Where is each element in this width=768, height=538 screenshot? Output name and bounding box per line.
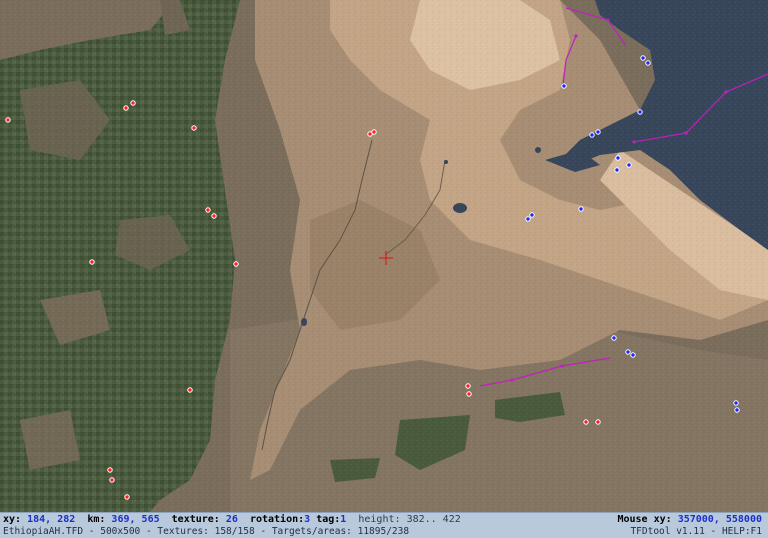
red-target-marker[interactable] (191, 125, 197, 131)
blue-target-marker[interactable] (626, 162, 632, 168)
blue-target-marker[interactable] (561, 83, 567, 89)
blue-target-marker[interactable] (733, 400, 739, 406)
tag-value: 1 (340, 514, 347, 525)
red-target-marker[interactable] (89, 259, 95, 265)
blue-target-marker[interactable] (625, 349, 631, 355)
km-y-value: 565 (141, 514, 160, 525)
blue-target-marker[interactable] (525, 216, 531, 222)
blue-target-marker[interactable] (614, 167, 620, 173)
blue-target-marker[interactable] (630, 352, 636, 358)
red-target-marker[interactable] (130, 100, 136, 106)
file-info: EthiopiaAH.TFD - 500x500 - Textures: 158… (3, 526, 410, 537)
red-target-marker[interactable] (466, 391, 472, 397)
red-target-marker[interactable] (5, 117, 11, 123)
tag-label: tag: (316, 514, 341, 525)
blue-target-marker[interactable] (611, 335, 617, 341)
height-label: height: (358, 514, 401, 525)
terrain-noise (0, 0, 768, 512)
red-target-marker[interactable] (109, 477, 115, 483)
red-target-marker[interactable] (595, 419, 601, 425)
rotation-value: 3 (304, 514, 311, 525)
lake (535, 147, 541, 153)
blue-target-marker[interactable] (595, 129, 601, 135)
status-line-file: EthiopiaAH.TFD - 500x500 - Textures: 158… (3, 526, 765, 538)
version-help: TFDtool v1.11 - HELP:F1 (630, 526, 762, 537)
blue-target-marker[interactable] (734, 407, 740, 413)
status-line-coordinates: xy: 184, 282 km: 369, 565 texture: 26 ro… (3, 514, 765, 526)
lake (444, 160, 448, 164)
red-target-marker[interactable] (124, 494, 130, 500)
mouse-y-value: 558000 (725, 514, 762, 525)
rotation-label: rotation: (249, 514, 305, 525)
blue-target-marker[interactable] (529, 212, 535, 218)
height-value: 382.. 422 (406, 514, 461, 525)
blue-target-marker[interactable] (589, 132, 595, 138)
red-target-marker[interactable] (465, 383, 471, 389)
km-label: km: (87, 514, 106, 525)
mouse-label: Mouse xy: (617, 514, 672, 525)
blue-target-marker[interactable] (637, 109, 643, 115)
blue-target-marker[interactable] (578, 206, 584, 212)
blue-target-marker[interactable] (645, 60, 651, 66)
lake (301, 318, 307, 326)
xy-y-value: 282 (57, 514, 76, 525)
red-target-marker[interactable] (205, 207, 211, 213)
km-x-value: 369, (111, 514, 136, 525)
red-target-marker[interactable] (187, 387, 193, 393)
red-target-marker[interactable] (211, 213, 217, 219)
mouse-x-value: 357000, (677, 514, 720, 525)
red-target-marker[interactable] (123, 105, 129, 111)
xy-label: xy: (3, 514, 22, 525)
blue-target-marker[interactable] (640, 55, 646, 61)
texture-value: 26 (225, 514, 238, 525)
lake (453, 203, 467, 213)
blue-target-marker[interactable] (615, 155, 621, 161)
red-target-marker[interactable] (107, 467, 113, 473)
red-target-marker[interactable] (583, 419, 589, 425)
red-target-marker[interactable] (371, 129, 377, 135)
mouse-coordinates: Mouse xy: 357000, 558000 (617, 514, 762, 526)
texture-label: texture: (171, 514, 220, 525)
xy-x-value: 184, (27, 514, 52, 525)
status-bar: xy: 184, 282 km: 369, 565 texture: 26 ro… (0, 512, 768, 538)
terrain-map[interactable] (0, 0, 768, 512)
red-target-marker[interactable] (233, 261, 239, 267)
